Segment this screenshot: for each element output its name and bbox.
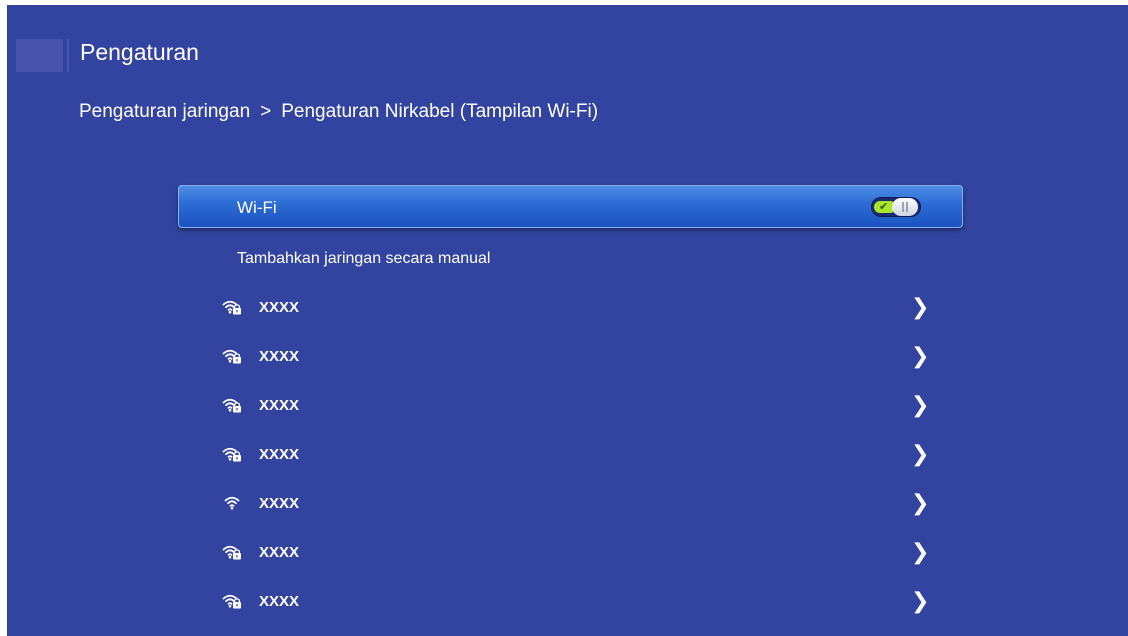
wifi-toggle-switch[interactable]: ✔ bbox=[872, 198, 920, 216]
wifi-lock-icon bbox=[222, 300, 241, 315]
wifi-icon bbox=[224, 496, 240, 510]
title-divider bbox=[67, 39, 69, 72]
network-name: XXXX bbox=[259, 348, 300, 365]
chevron-right-icon: ❯ bbox=[911, 539, 930, 564]
network-name: XXXX bbox=[259, 299, 300, 316]
wifi-settings-list: Wi-Fi ✔ Tambahkan jaringan secara manual bbox=[178, 185, 963, 627]
chevron-right-icon: ❯ bbox=[911, 441, 930, 466]
chevron-right-icon: ❯ bbox=[911, 392, 930, 417]
wifi-lock-icon bbox=[222, 349, 241, 364]
network-list-item[interactable]: XXXX ❯ bbox=[178, 529, 963, 578]
chevron-right-icon: ❯ bbox=[911, 490, 930, 515]
chevron-right-icon: ❯ bbox=[911, 343, 930, 368]
breadcrumb-current: Pengaturan Nirkabel (Tampilan Wi-Fi) bbox=[281, 101, 599, 122]
network-name: XXXX bbox=[259, 397, 300, 414]
network-list-item[interactable]: XXXX ❯ bbox=[178, 431, 963, 480]
settings-screen: Pengaturan Pengaturan jaringan > Pengatura… bbox=[7, 5, 1128, 636]
breadcrumb-separator: > bbox=[260, 101, 272, 122]
breadcrumb-parent[interactable]: Pengaturan jaringan bbox=[79, 101, 250, 122]
network-name: XXXX bbox=[259, 446, 300, 463]
wifi-toggle-label: Wi-Fi bbox=[237, 198, 277, 217]
page-title: Pengaturan bbox=[80, 39, 199, 65]
check-icon: ✔ bbox=[879, 201, 889, 213]
network-list-item[interactable]: XXXX ❯ bbox=[178, 333, 963, 382]
toggle-knob bbox=[892, 198, 918, 216]
app-logo bbox=[16, 39, 63, 72]
wifi-toggle-row[interactable]: Wi-Fi ✔ bbox=[178, 185, 963, 228]
network-list-item[interactable]: XXXX ❯ bbox=[178, 480, 963, 529]
chevron-right-icon: ❯ bbox=[911, 294, 930, 319]
chevron-right-icon: ❯ bbox=[911, 588, 930, 613]
network-list-item[interactable]: XXXX ❯ bbox=[178, 284, 963, 333]
add-network-manually-item[interactable]: Tambahkan jaringan secara manual bbox=[178, 235, 963, 284]
wifi-lock-icon bbox=[222, 398, 241, 413]
network-name: XXXX bbox=[259, 593, 300, 610]
add-network-manually-label: Tambahkan jaringan secara manual bbox=[237, 250, 491, 267]
network-list-item[interactable]: XXXX ❯ bbox=[178, 382, 963, 431]
network-list-item[interactable]: XXXX ❯ bbox=[178, 578, 963, 627]
breadcrumb: Pengaturan jaringan > Pengaturan Nirkabel … bbox=[79, 99, 598, 125]
network-name: XXXX bbox=[259, 495, 300, 512]
wifi-lock-icon bbox=[222, 545, 241, 560]
network-name: XXXX bbox=[259, 544, 300, 561]
wifi-lock-icon bbox=[222, 447, 241, 462]
wifi-lock-icon bbox=[222, 594, 241, 609]
